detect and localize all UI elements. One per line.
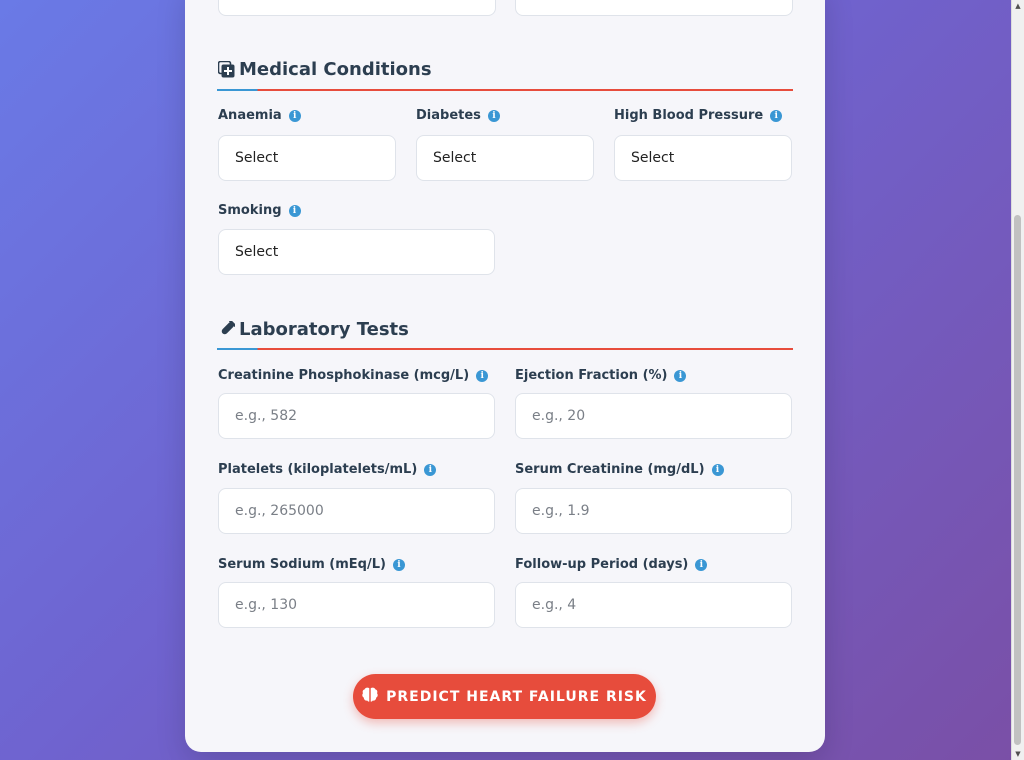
predict-button[interactable]: PREDICT HEART FAILURE RISK (353, 674, 656, 719)
platelets-label-text: Platelets (kiloplatelets/mL) (218, 462, 418, 477)
scroll-down-arrow-icon[interactable]: ▼ (1012, 748, 1024, 760)
notes-medical-icon (217, 61, 235, 79)
sodium-label: Serum Sodium (mEq/L) i (218, 557, 405, 572)
brain-icon (362, 687, 378, 706)
section-divider (217, 89, 793, 91)
info-icon[interactable]: i (288, 109, 301, 122)
info-icon[interactable]: i (288, 204, 301, 217)
cpk-label-text: Creatinine Phosphokinase (mcg/L) (218, 368, 470, 383)
section-title-laboratory-tests: Laboratory Tests (217, 319, 409, 340)
high-bp-select[interactable]: Select (614, 135, 792, 181)
ejection-input[interactable]: e.g., 20 (515, 393, 792, 439)
section-title-medical-conditions: Medical Conditions (217, 59, 432, 80)
predict-button-label: PREDICT HEART FAILURE RISK (386, 688, 647, 705)
info-icon[interactable]: i (711, 463, 724, 476)
followup-label-text: Follow-up Period (days) (515, 557, 689, 572)
high-bp-label-text: High Blood Pressure (614, 108, 764, 123)
section-divider (217, 348, 793, 350)
sodium-label-text: Serum Sodium (mEq/L) (218, 557, 386, 572)
followup-label: Follow-up Period (days) i (515, 557, 708, 572)
anaemia-select[interactable]: Select (218, 135, 396, 181)
creatinine-label: Serum Creatinine (mg/dL) i (515, 462, 724, 477)
creatinine-input[interactable]: e.g., 1.9 (515, 488, 792, 534)
smoking-label-text: Smoking (218, 203, 282, 218)
section-title-text: Medical Conditions (239, 59, 432, 80)
form-input-partial-right[interactable] (515, 0, 793, 16)
info-icon[interactable]: i (476, 369, 489, 382)
page-scrollbar[interactable]: ▲ ▼ (1011, 0, 1024, 760)
info-icon[interactable]: i (695, 558, 708, 571)
smoking-select[interactable]: Select (218, 229, 495, 275)
info-icon[interactable]: i (392, 558, 405, 571)
info-icon[interactable]: i (674, 369, 687, 382)
ejection-label-text: Ejection Fraction (%) (515, 368, 668, 383)
creatinine-label-text: Serum Creatinine (mg/dL) (515, 462, 705, 477)
ejection-label: Ejection Fraction (%) i (515, 368, 687, 383)
sodium-input[interactable]: e.g., 130 (218, 582, 495, 628)
anaemia-label: Anaemia i (218, 108, 301, 123)
info-icon[interactable]: i (424, 463, 437, 476)
scrollbar-thumb[interactable] (1014, 215, 1021, 745)
platelets-label: Platelets (kiloplatelets/mL) i (218, 462, 437, 477)
smoking-label: Smoking i (218, 203, 301, 218)
section-title-text: Laboratory Tests (239, 319, 409, 340)
info-icon[interactable]: i (487, 109, 500, 122)
cpk-input[interactable]: e.g., 582 (218, 393, 495, 439)
diabetes-label-text: Diabetes (416, 108, 481, 123)
high-bp-label: High Blood Pressure i (614, 108, 783, 123)
scroll-up-arrow-icon[interactable]: ▲ (1012, 0, 1024, 12)
diabetes-label: Diabetes i (416, 108, 500, 123)
info-icon[interactable]: i (770, 109, 783, 122)
diabetes-select[interactable]: Select (416, 135, 594, 181)
form-input-partial-left[interactable] (218, 0, 496, 16)
vial-icon (217, 321, 235, 339)
cpk-label: Creatinine Phosphokinase (mcg/L) i (218, 368, 489, 383)
anaemia-label-text: Anaemia (218, 108, 282, 123)
followup-input[interactable]: e.g., 4 (515, 582, 792, 628)
platelets-input[interactable]: e.g., 265000 (218, 488, 495, 534)
